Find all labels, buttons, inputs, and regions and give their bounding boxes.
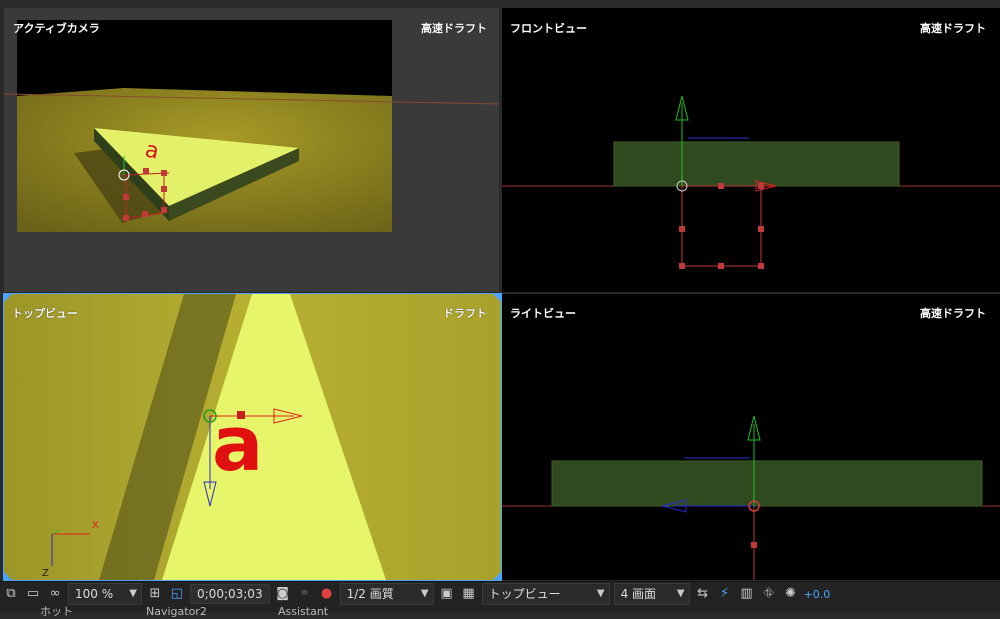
right-view-quality[interactable]: 高速ドラフト <box>920 305 986 321</box>
zoom-value: 100 % <box>75 587 114 601</box>
layout-dropdown[interactable]: 4 画面 ▼ <box>613 583 690 605</box>
reset-exposure-icon[interactable]: ✺ <box>780 583 802 605</box>
front-view-quality[interactable]: 高速ドラフト <box>920 20 986 36</box>
always-preview-icon[interactable]: ⧉ <box>0 583 22 605</box>
view-dropdown[interactable]: トップビュー ▼ <box>481 583 610 605</box>
chevron-down-icon: ▼ <box>596 588 605 599</box>
mask-visibility-icon[interactable]: ◱ <box>166 583 188 605</box>
layout-value: 4 画面 <box>620 587 657 601</box>
channel-icon[interactable]: ● <box>316 583 338 605</box>
pixel-aspect-icon[interactable]: ⇆ <box>692 583 714 605</box>
front-scene <box>502 95 1000 269</box>
fast-previews-icon[interactable]: ⚡ <box>714 583 736 605</box>
active-camera-title: アクティブカメラ <box>13 22 100 35</box>
region-of-interest-icon[interactable]: ▣ <box>436 583 458 605</box>
top-scene: a <box>4 294 501 580</box>
vr-mask-icon[interactable]: ∞ <box>44 583 66 605</box>
flowchart-icon[interactable]: ⛗ <box>758 583 780 605</box>
axis-z-label: Z <box>42 568 49 579</box>
zoom-dropdown[interactable]: 100 % ▼ <box>68 583 142 605</box>
view-value: トップビュー <box>488 587 561 601</box>
chevron-down-icon: ▼ <box>676 588 685 599</box>
right-scene <box>502 415 1000 580</box>
axis-x-label: X <box>92 520 99 531</box>
active-camera-scene: a <box>4 20 499 232</box>
chevron-down-icon: ▼ <box>420 588 429 599</box>
viewport-right[interactable]: ライトビュー 高速ドラフト <box>502 294 1000 580</box>
timeline-icon[interactable]: ▥ <box>736 583 758 605</box>
bottom-panel-tabs: ホット Navigator2 Assistant <box>0 605 1000 618</box>
tab-hot[interactable]: ホット <box>40 605 73 619</box>
grid-guides-icon[interactable]: ⊞ <box>144 583 166 605</box>
resolution-value: 1/2 画質 <box>346 587 394 601</box>
top-view-quality[interactable]: ドラフト <box>443 305 487 321</box>
top-view-title: トップビュー <box>12 307 78 320</box>
viewport-top[interactable]: a X Z トップビュー ドラフト <box>3 293 502 581</box>
transparency-grid-icon[interactable]: ▦ <box>458 583 480 605</box>
tab-navigator2[interactable]: Navigator2 <box>146 605 207 619</box>
viewer-toolbar: ⧉ ▭ ∞ 100 % ▼ ⊞ ◱ 0;00;03;03 ◙ ⚭ ● 1/2 画… <box>0 581 1000 606</box>
snapshot-icon[interactable]: ◙ <box>272 583 294 605</box>
active-camera-quality[interactable]: 高速ドラフト <box>421 20 487 36</box>
front-view-title: フロントビュー <box>510 22 587 35</box>
tab-assistant[interactable]: Assistant <box>278 605 328 619</box>
timecode-field[interactable]: 0;00;03;03 <box>190 584 270 604</box>
chevron-down-icon: ▼ <box>129 588 137 599</box>
exposure-value[interactable]: +0.0 <box>804 588 831 601</box>
right-view-title: ライトビュー <box>510 307 576 320</box>
show-snapshot-icon[interactable]: ⚭ <box>294 583 316 605</box>
viewport-front[interactable]: フロントビュー 高速ドラフト <box>502 8 1000 292</box>
resolution-dropdown[interactable]: 1/2 画質 ▼ <box>339 583 434 605</box>
monitor-icon[interactable]: ▭ <box>22 583 44 605</box>
viewport-active-camera[interactable]: a アクティブカメラ 高速ドラフト <box>4 8 499 292</box>
